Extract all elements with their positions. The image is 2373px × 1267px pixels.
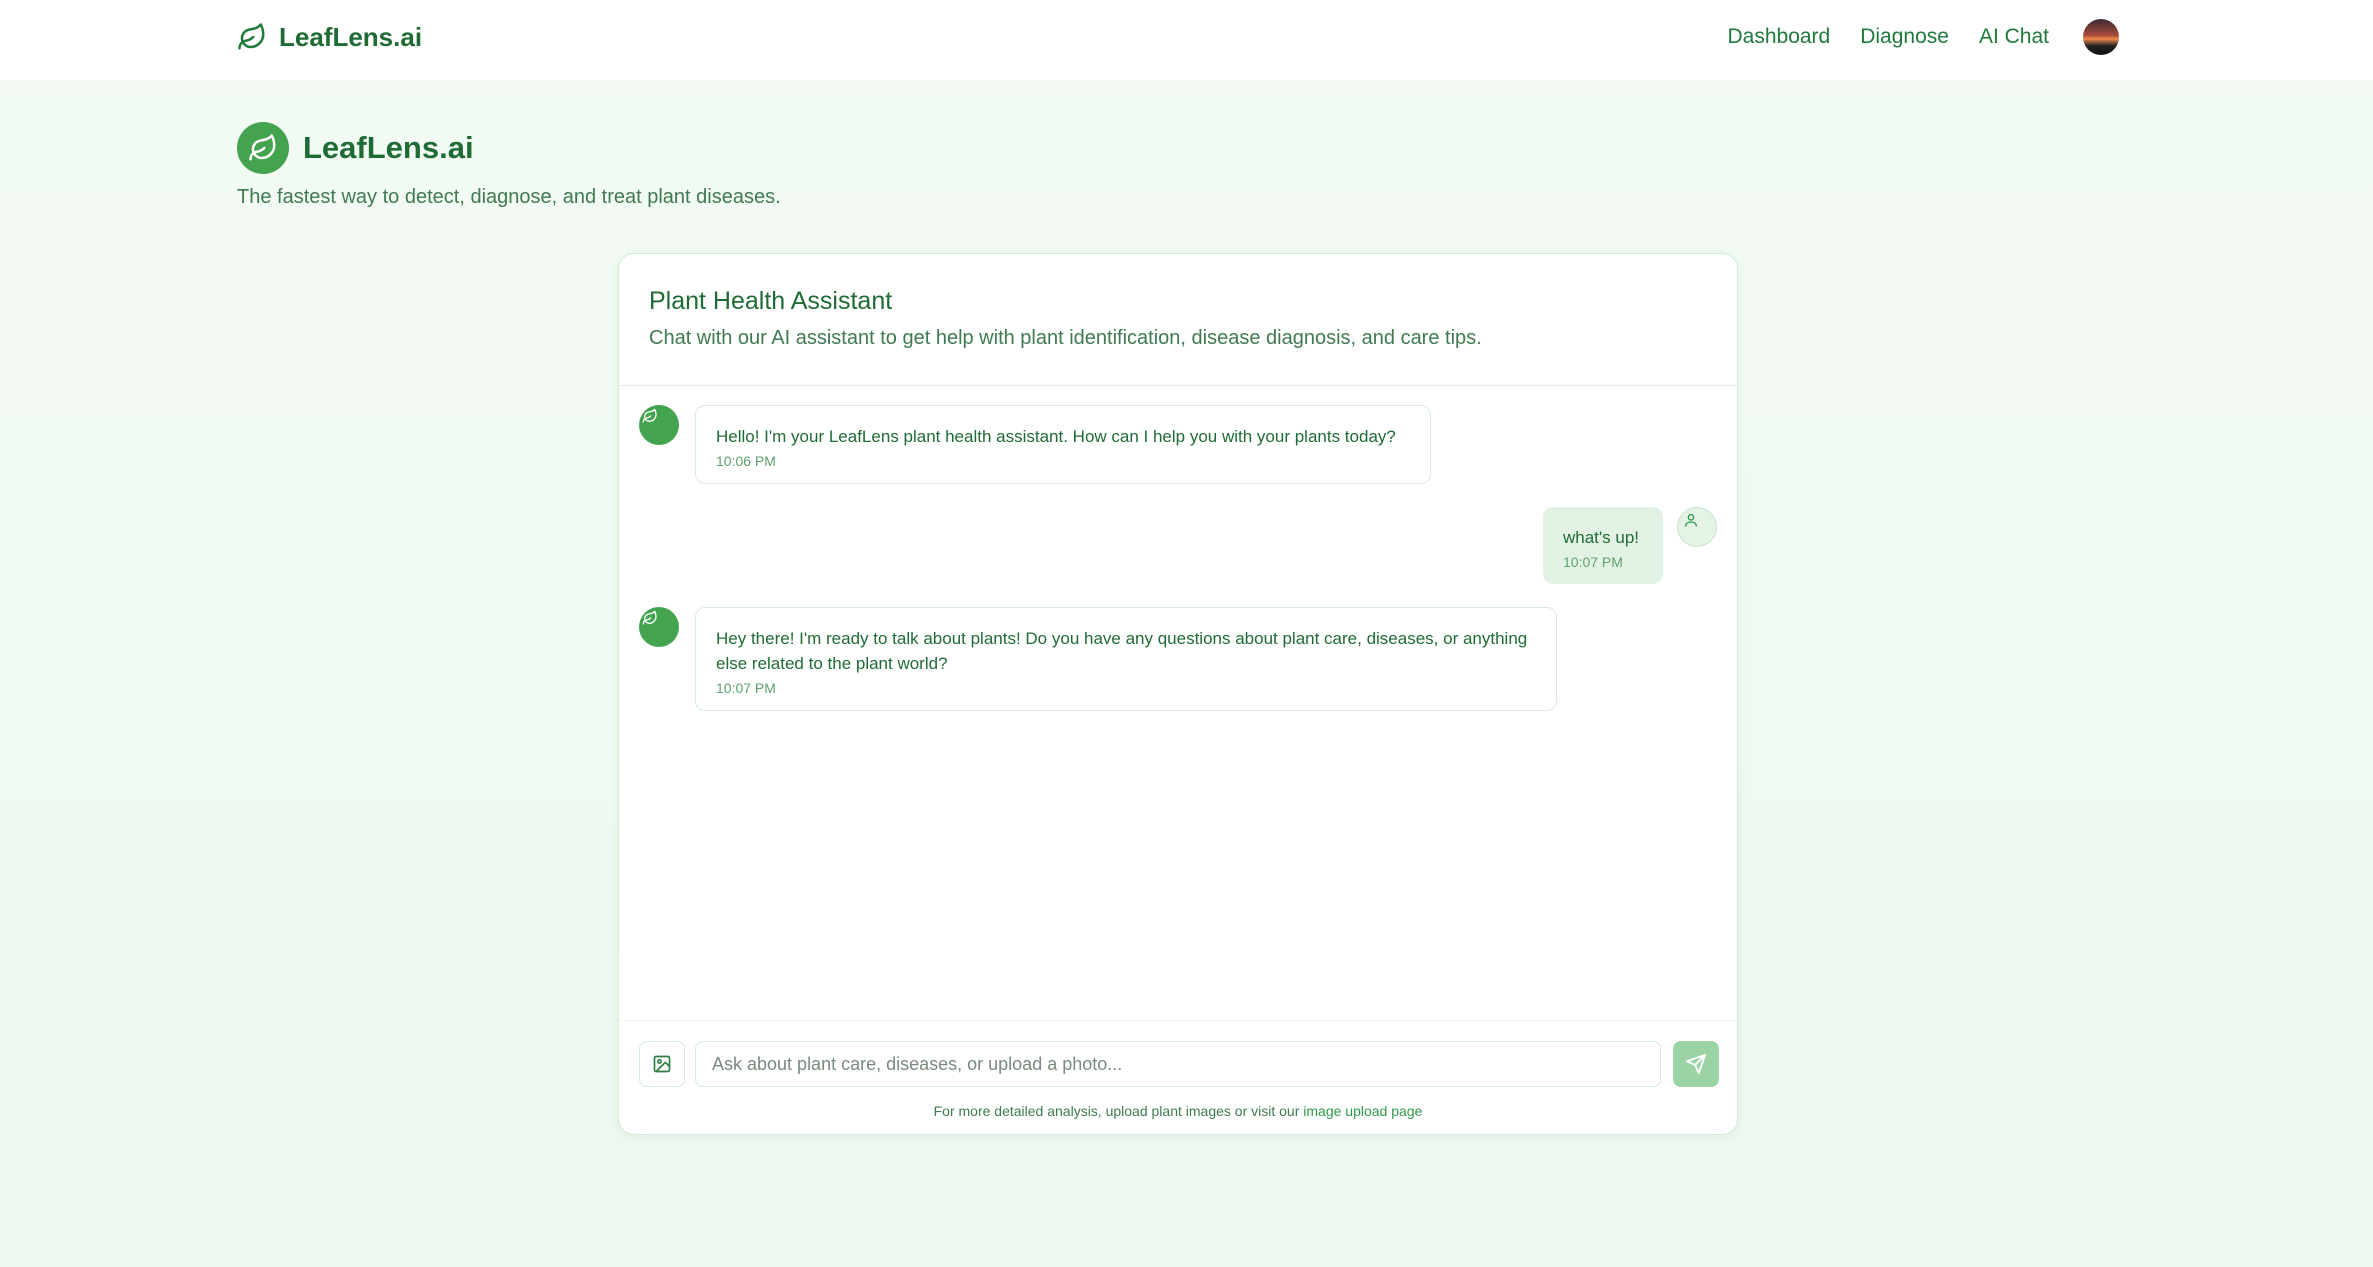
assistant-avatar: [639, 405, 679, 445]
leaf-icon: [642, 610, 657, 625]
chat-title: Plant Health Assistant: [649, 287, 893, 315]
message-time: 10:07 PM: [1563, 554, 1623, 570]
message-time: 10:07 PM: [716, 680, 776, 696]
user-icon: [1685, 514, 1697, 527]
message-text: Hey there! I'm ready to talk about plant…: [716, 629, 1528, 673]
nav-link-ai-chat[interactable]: AI Chat: [1979, 25, 2049, 49]
message-time: 10:06 PM: [716, 453, 776, 469]
profile-avatar[interactable]: [2083, 19, 2119, 55]
chat-footnote: For more detailed analysis, upload plant…: [619, 1103, 1737, 1119]
image-upload-link[interactable]: image upload page: [1303, 1103, 1422, 1119]
hero-title: LeafLens.ai: [303, 130, 474, 165]
chat-input[interactable]: [695, 1041, 1661, 1087]
chat-card: Plant Health Assistant Chat with our AI …: [618, 253, 1738, 1135]
brand-name: LeafLens.ai: [279, 21, 423, 52]
upload-image-button[interactable]: [639, 1041, 685, 1087]
chat-composer: For more detailed analysis, upload plant…: [619, 1020, 1737, 1136]
message-text: Hello! I'm your LeafLens plant health as…: [716, 427, 1396, 446]
leaf-icon: [249, 134, 276, 161]
send-icon: [1685, 1053, 1707, 1075]
leaf-icon: [238, 23, 265, 50]
chat-card-header: Plant Health Assistant Chat with our AI …: [619, 254, 1737, 386]
message-text: what's up!: [1563, 528, 1640, 547]
chat-description: Chat with our AI assistant to get help w…: [649, 327, 1482, 349]
assistant-message: Hello! I'm your LeafLens plant health as…: [695, 405, 1431, 484]
assistant-avatar: [639, 607, 679, 647]
hero-subtitle: The fastest way to detect, diagnose, and…: [237, 186, 781, 208]
top-navbar: LeafLens.ai Dashboard Diagnose AI Chat: [0, 0, 2373, 80]
send-button[interactable]: [1673, 1041, 1719, 1087]
nav-link-dashboard[interactable]: Dashboard: [1727, 25, 1830, 49]
image-icon: [653, 1055, 671, 1073]
nav-links: Dashboard Diagnose AI Chat: [1727, 16, 2119, 58]
nav-link-diagnose[interactable]: Diagnose: [1860, 25, 1949, 49]
footnote-text: For more detailed analysis, upload plant…: [933, 1103, 1304, 1119]
brand-link[interactable]: LeafLens.ai: [237, 19, 422, 55]
user-avatar: [1677, 507, 1717, 547]
assistant-message: Hey there! I'm ready to talk about plant…: [695, 607, 1557, 711]
leaf-icon: [642, 408, 657, 423]
user-message: what's up! 10:07 PM: [1543, 507, 1663, 584]
hero-logo: [237, 122, 289, 174]
